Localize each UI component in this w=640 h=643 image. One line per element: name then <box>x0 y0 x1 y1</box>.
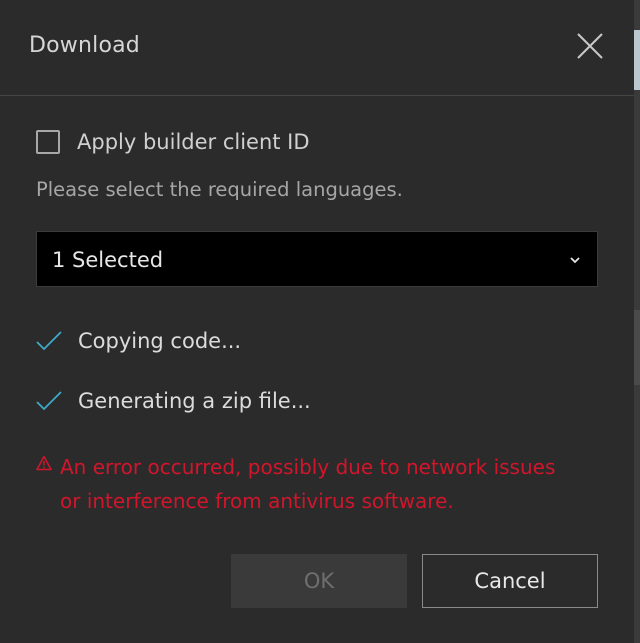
language-select[interactable]: 1 Selected <box>36 231 598 287</box>
language-help-text: Please select the required languages. <box>36 178 403 201</box>
dialog-title: Download <box>29 33 140 58</box>
close-button[interactable] <box>572 28 608 64</box>
step-label: Copying code... <box>78 329 242 353</box>
cancel-button[interactable]: Cancel <box>422 554 598 608</box>
language-select-value: 1 Selected <box>52 248 164 272</box>
ok-button[interactable]: OK <box>231 554 407 608</box>
error-text-line-2: or interference from antivirus software. <box>60 489 454 513</box>
download-dialog: Download Apply builder client ID Please … <box>0 0 634 643</box>
apply-client-id-row[interactable]: Apply builder client ID <box>36 126 310 158</box>
dialog-header: Download <box>0 0 634 96</box>
background-panel <box>634 310 640 385</box>
check-icon <box>36 391 62 411</box>
check-icon <box>36 331 62 351</box>
apply-client-id-checkbox[interactable] <box>36 130 60 154</box>
close-icon <box>577 33 603 59</box>
background-panel <box>634 30 640 90</box>
step-generating-zip: Generating a zip file... <box>36 384 311 418</box>
step-label: Generating a zip file... <box>78 389 311 413</box>
background-page-edge <box>634 0 640 643</box>
error-text-line-1: An error occurred, possibly due to netwo… <box>60 455 556 479</box>
apply-client-id-label: Apply builder client ID <box>77 130 310 154</box>
warning-icon <box>36 455 52 471</box>
chevron-down-icon <box>570 257 580 264</box>
step-copying-code: Copying code... <box>36 324 241 358</box>
